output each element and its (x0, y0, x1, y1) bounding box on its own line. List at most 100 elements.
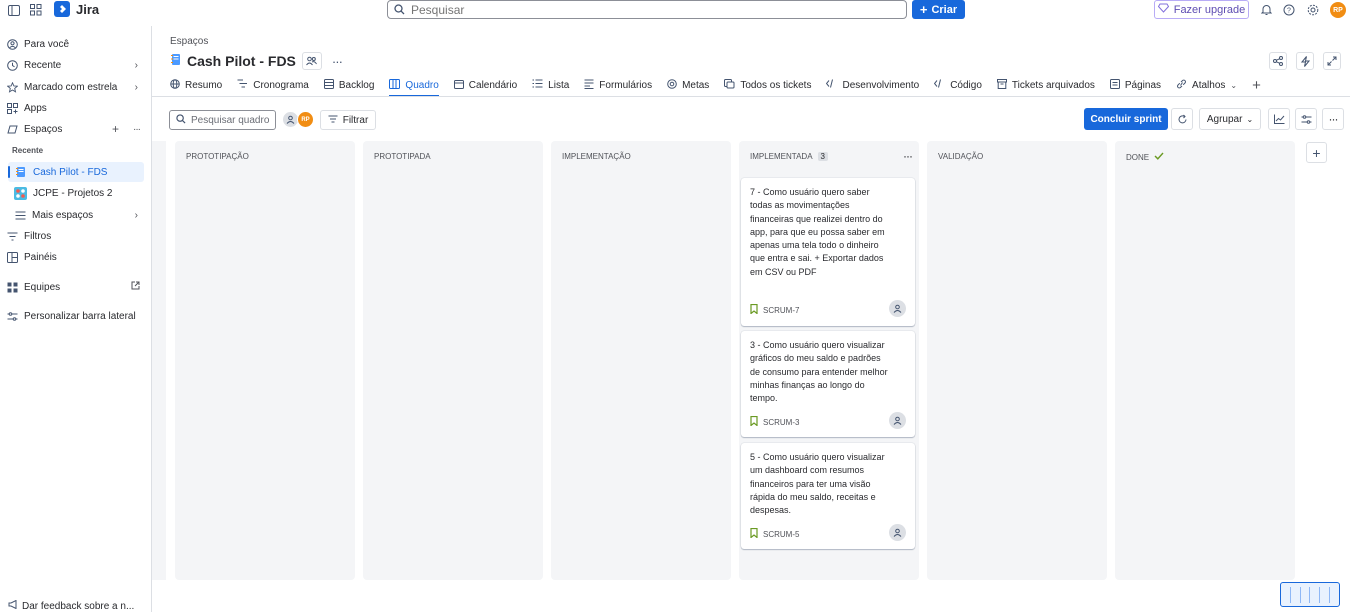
team-access-button[interactable] (301, 52, 322, 70)
sidebar-item-spaces[interactable]: Espaços + ··· (6, 119, 146, 139)
unassigned-avatar[interactable] (889, 300, 906, 317)
global-search[interactable] (387, 0, 907, 19)
sidebar-item-dashboards[interactable]: Painéis (6, 247, 146, 267)
tab-calendar[interactable]: Calendário (453, 76, 517, 94)
tab-list[interactable]: Lista (532, 76, 569, 94)
column-header: IMPLEMENTADA 3 (750, 152, 828, 161)
chevron-right-icon: › (134, 209, 138, 221)
issue-card[interactable]: 3 - Como usuário quero visualizar gráfic… (741, 331, 915, 437)
globe-icon (170, 78, 180, 92)
share-button[interactable] (1269, 52, 1287, 70)
assignee-avatars: RP (282, 111, 314, 128)
story-bookmark-icon (750, 303, 758, 316)
fullscreen-button[interactable] (1323, 52, 1341, 70)
bell-icon[interactable] (1258, 2, 1274, 18)
more-actions-icon[interactable]: ··· (332, 54, 343, 69)
tab-label: Código (950, 79, 982, 91)
user-avatar-rp[interactable]: RP (297, 111, 314, 128)
issue-card[interactable]: 7 - Como usuário quero saber todas as mo… (741, 178, 915, 326)
card-key: SCRUM-5 (750, 527, 800, 540)
external-link-icon (131, 281, 140, 293)
sidebar-item-filters[interactable]: Filtros (6, 226, 146, 246)
global-search-input[interactable] (411, 2, 891, 17)
sidebar-item-apps[interactable]: Apps (6, 98, 146, 118)
sidebar-toggle-icon[interactable] (6, 2, 22, 18)
tab-archived-tickets[interactable]: Tickets arquivados (996, 76, 1095, 94)
insights-button[interactable] (1268, 108, 1290, 130)
top-navigation-bar: Jira + Criar Fazer upgrade ? RP (0, 0, 1350, 20)
tab-pages[interactable]: Páginas (1109, 76, 1161, 94)
tickets-icon (724, 78, 735, 92)
tab-summary[interactable]: Resumo (170, 76, 222, 94)
column-validacao: VALIDAÇÃO (927, 141, 1107, 580)
tab-label: Metas (682, 79, 710, 91)
story-bookmark-icon (750, 527, 758, 540)
card-summary: 5 - Como usuário quero visualizar um das… (750, 452, 885, 516)
automation-button[interactable] (1296, 52, 1314, 70)
tab-board[interactable]: Quadro (389, 76, 440, 97)
board-search[interactable]: Pesquisar quadro (169, 110, 276, 130)
tab-label: Quadro (405, 79, 439, 91)
issue-card[interactable]: 5 - Como usuário quero visualizar um das… (741, 443, 915, 549)
tab-timeline[interactable]: Cronograma (237, 76, 309, 94)
sidebar-space-cash-pilot[interactable]: Cash Pilot - FDS (8, 162, 144, 182)
column-implementacao: IMPLEMENTAÇÃO (551, 141, 731, 580)
expand-icon (1327, 56, 1337, 66)
tab-all-tickets[interactable]: Todos os tickets (724, 76, 811, 94)
upgrade-button[interactable]: Fazer upgrade (1154, 0, 1249, 19)
settings-gear-icon[interactable] (1305, 2, 1321, 18)
column-header: VALIDAÇÃO (938, 152, 983, 161)
add-tab-button[interactable]: + (1252, 76, 1261, 94)
create-button-label: Criar (931, 3, 958, 16)
minimap-divider (1329, 586, 1331, 603)
add-space-icon[interactable]: + (112, 122, 119, 136)
jira-logo[interactable]: Jira (54, 1, 99, 17)
forms-icon (584, 79, 594, 92)
column-header: PROTOTIPADA (374, 152, 431, 161)
more-options-icon[interactable]: ··· (1322, 108, 1344, 130)
sidebar-item-teams[interactable]: Equipes (6, 277, 146, 297)
more-options-icon[interactable]: ··· (133, 124, 141, 135)
user-avatar[interactable]: RP (1330, 2, 1346, 18)
board-minimap-scroller[interactable] (1280, 582, 1340, 607)
tab-goals[interactable]: Metas (667, 76, 709, 94)
column-more-icon[interactable]: ··· (903, 149, 913, 163)
sidebar-item-for-you[interactable]: Para você (6, 34, 146, 54)
breadcrumb[interactable]: Espaços (170, 36, 208, 47)
help-icon[interactable]: ? (1281, 2, 1297, 18)
svg-text:?: ? (1287, 8, 1291, 15)
tab-shortcuts[interactable]: Atalhos ⌄ (1176, 76, 1237, 94)
card-key-label: SCRUM-5 (763, 529, 800, 539)
feedback-link[interactable]: Dar feedback sobre a n... (8, 599, 134, 612)
tab-forms[interactable]: Formulários (584, 76, 652, 94)
link-icon (1176, 79, 1187, 92)
create-button[interactable]: + Criar (912, 0, 965, 19)
backlog-icon (323, 78, 334, 92)
app-switcher-icon[interactable] (28, 2, 44, 18)
apps-icon (6, 102, 18, 114)
sidebar-more-spaces[interactable]: Mais espaços › (6, 205, 146, 225)
view-settings-button[interactable] (1295, 108, 1317, 130)
chevron-down-icon: ⌄ (1230, 80, 1238, 90)
tab-code[interactable]: Código (934, 76, 982, 94)
column-title: IMPLEMENTADA (750, 152, 813, 161)
sidebar-item-recent[interactable]: Recente › (6, 55, 146, 75)
sidebar-item-label: Recente (24, 59, 62, 71)
filter-icon (6, 230, 18, 242)
sidebar-space-jcpe[interactable]: JCPE - Projetos 2 (6, 183, 146, 203)
card-key-label: SCRUM-7 (763, 305, 800, 315)
tab-backlog[interactable]: Backlog (323, 76, 374, 94)
sidebar-item-starred[interactable]: Marcado com estrela › (6, 77, 146, 97)
sidebar-space-label: Cash Pilot - FDS (33, 166, 108, 178)
filter-button[interactable]: Filtrar (320, 110, 376, 130)
column-done: DONE (1115, 141, 1295, 580)
tab-development[interactable]: Desenvolvimento (826, 76, 919, 94)
sprint-notifications-button[interactable] (1171, 108, 1193, 130)
pages-icon (1109, 78, 1120, 92)
group-by-dropdown[interactable]: Agrupar ⌄ (1199, 108, 1261, 130)
complete-sprint-button[interactable]: Concluir sprint (1084, 108, 1168, 130)
add-column-button[interactable]: + (1306, 142, 1327, 163)
unassigned-avatar[interactable] (889, 412, 906, 429)
sidebar-customize[interactable]: Personalizar barra lateral (6, 306, 146, 326)
unassigned-avatar[interactable] (889, 524, 906, 541)
